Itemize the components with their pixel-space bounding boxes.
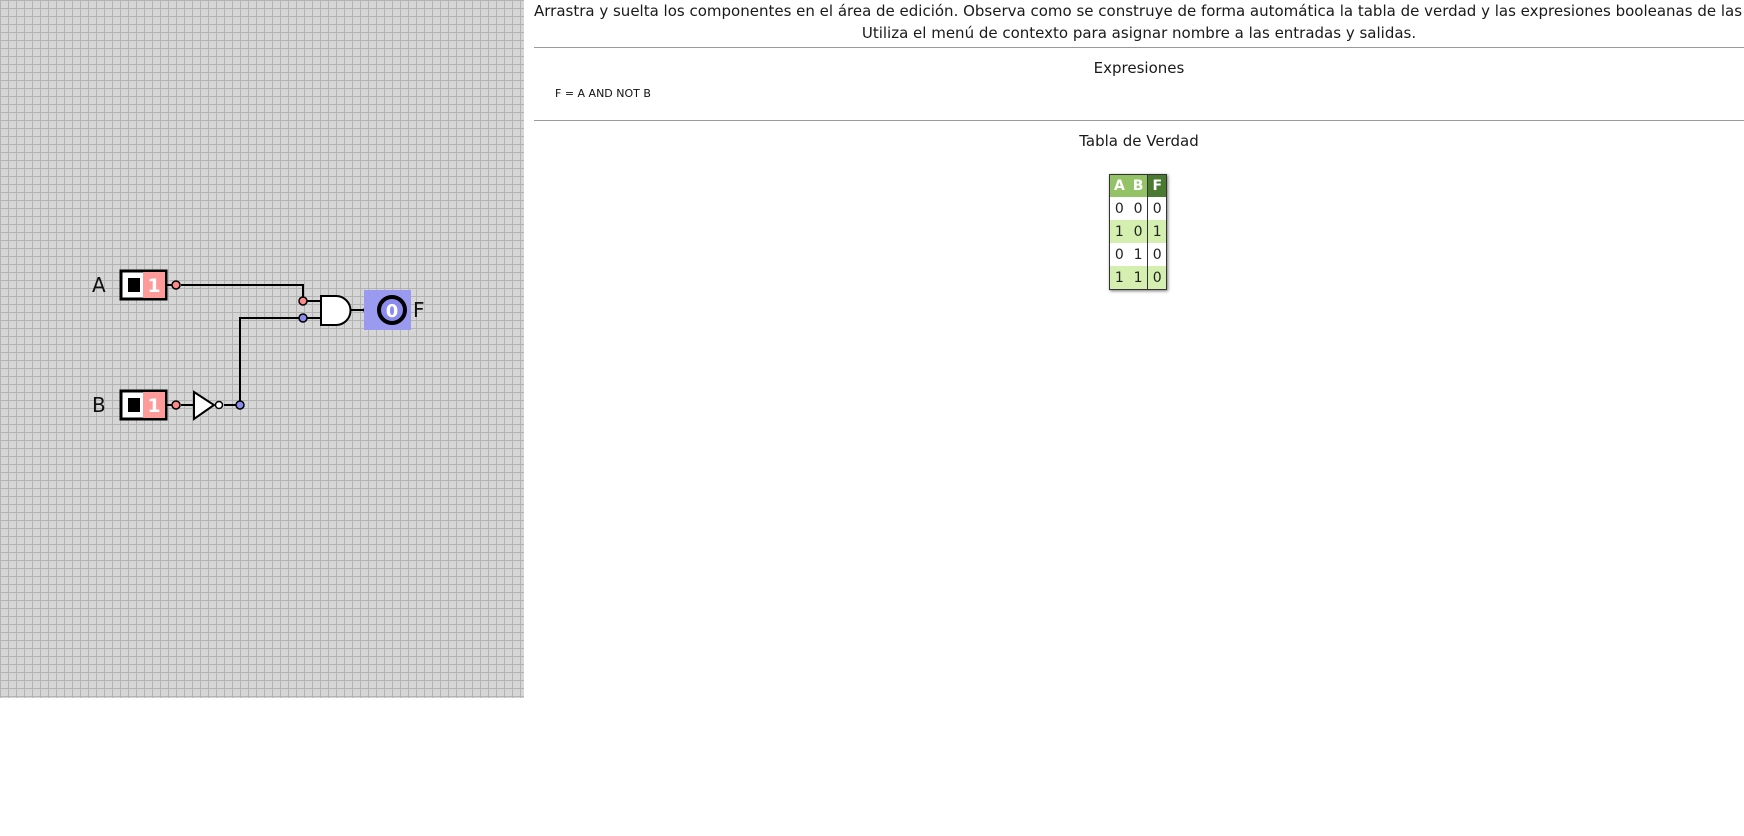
cell-a: 0 xyxy=(1109,243,1129,266)
table-row: 1 1 0 xyxy=(1109,266,1167,290)
expressions-list: F = A AND NOT B xyxy=(534,81,1744,120)
instructions-line-2: Utiliza el menú de contexto para asignar… xyxy=(861,24,1417,42)
input-a-output-pin[interactable] xyxy=(171,280,181,290)
cell-f: 0 xyxy=(1147,197,1167,220)
not-gate[interactable] xyxy=(193,390,245,421)
expressions-title: Expresiones xyxy=(1093,59,1185,77)
input-b-label: B xyxy=(92,393,106,417)
input-a-value: 1 xyxy=(147,275,160,297)
table-row: 0 0 0 xyxy=(1109,197,1167,220)
divider xyxy=(534,47,1744,48)
truth-table-header-row: A B F xyxy=(1109,174,1167,197)
wire-a-to-and[interactable] xyxy=(181,284,304,301)
cell-b: 1 xyxy=(1128,243,1148,266)
cell-b: 0 xyxy=(1128,197,1148,220)
output-f-label: F xyxy=(413,298,425,322)
cell-a: 1 xyxy=(1109,266,1129,290)
cell-b: 0 xyxy=(1128,220,1148,243)
divider xyxy=(534,120,1744,121)
cell-b: 1 xyxy=(1128,266,1148,290)
output-led-f[interactable]: 0 xyxy=(364,290,411,330)
circuit-editor-canvas[interactable]: 1 1 0 A B F xyxy=(0,0,524,698)
and-gate-input-pin-2[interactable] xyxy=(298,313,308,323)
input-switch-a[interactable]: 1 xyxy=(119,269,181,301)
cell-f: 0 xyxy=(1147,243,1167,266)
table-row: 0 1 0 xyxy=(1109,243,1167,266)
table-row: 1 0 1 xyxy=(1109,220,1167,243)
truth-table-title: Tabla de Verdad xyxy=(1079,132,1199,150)
cell-f: 1 xyxy=(1147,220,1167,243)
cell-f: 0 xyxy=(1147,266,1167,290)
output-f-value: 0 xyxy=(386,301,399,322)
header-a: A xyxy=(1109,174,1129,197)
truth-table: A B F 0 0 0 1 0 1 0 1 0 1 1 0 xyxy=(1108,174,1168,290)
expression-item: F = A AND NOT B xyxy=(555,87,651,100)
not-gate-output-pin[interactable] xyxy=(235,400,245,410)
wire-not-to-and[interactable] xyxy=(239,317,303,405)
instructions-line-1: Arrastra y suelta los componentes en el … xyxy=(534,2,1744,20)
instructions: Arrastra y suelta los componentes en el … xyxy=(534,0,1744,47)
header-b: B xyxy=(1128,174,1148,197)
input-switch-b[interactable]: 1 xyxy=(119,389,181,421)
input-b-value: 1 xyxy=(147,395,160,417)
and-gate-input-pin-1[interactable] xyxy=(298,296,308,306)
header-f: F xyxy=(1147,174,1167,197)
input-a-label: A xyxy=(92,273,106,297)
cell-a: 1 xyxy=(1109,220,1129,243)
cell-a: 0 xyxy=(1109,197,1129,220)
not-gate-bubble xyxy=(214,400,224,410)
input-b-output-pin[interactable] xyxy=(171,400,181,410)
info-panel: Arrastra y suelta los componentes en el … xyxy=(534,0,1744,836)
circuit-diagram: 1 1 0 xyxy=(119,269,411,421)
